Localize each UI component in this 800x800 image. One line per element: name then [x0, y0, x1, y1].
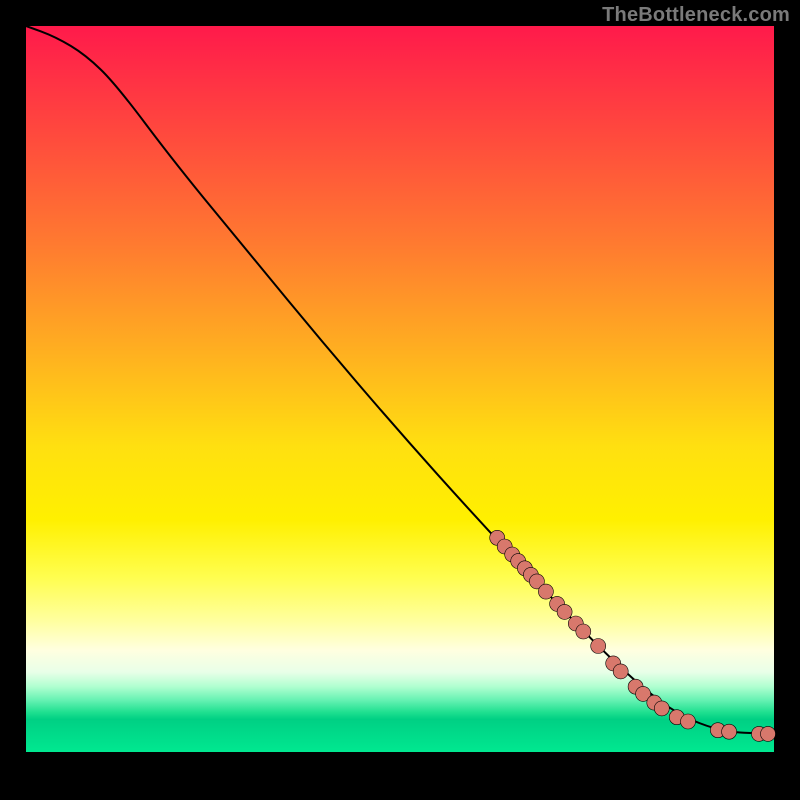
data-point — [557, 604, 572, 619]
data-point — [613, 664, 628, 679]
data-points — [490, 530, 776, 741]
data-point — [761, 726, 776, 741]
watermark-text: TheBottleneck.com — [602, 4, 790, 27]
data-point — [722, 724, 737, 739]
data-point — [591, 639, 606, 654]
data-point — [681, 714, 696, 729]
chart-frame: TheBottleneck.com — [0, 0, 800, 800]
plot-area — [26, 26, 774, 752]
data-point — [538, 584, 553, 599]
main-curve — [26, 26, 774, 734]
plot-svg — [26, 26, 774, 752]
data-point — [654, 701, 669, 716]
data-point — [576, 624, 591, 639]
